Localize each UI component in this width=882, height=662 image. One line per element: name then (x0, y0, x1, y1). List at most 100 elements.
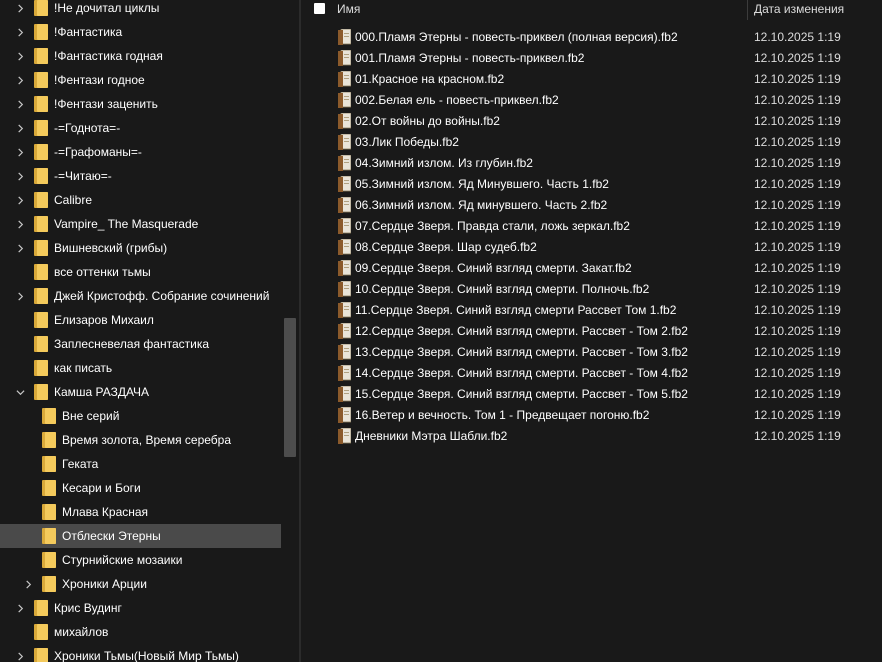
nav-tree-item[interactable]: !Фантастика годная (0, 44, 281, 68)
nav-tree-item[interactable]: Вне серий (0, 404, 281, 428)
nav-tree-item[interactable]: Крис Вудинг (0, 596, 281, 620)
nav-tree-item-label: !Не дочитал циклы (54, 1, 160, 15)
nav-tree-item[interactable]: Кесари и Боги (0, 476, 281, 500)
file-row[interactable]: 16.Ветер и вечность. Том 1 - Предвещает … (301, 405, 882, 426)
nav-tree-item-label: !Фантастика годная (54, 49, 163, 63)
file-row[interactable]: 01.Красное на красном.fb2 12.10.2025 1:19 (301, 69, 882, 90)
nav-tree-item[interactable]: Отблески Этерны (0, 524, 281, 548)
nav-tree-item[interactable]: Хроники Арции (0, 572, 281, 596)
folder-icon (34, 192, 48, 208)
nav-tree-item[interactable]: Геката (0, 452, 281, 476)
chevron-right-icon[interactable] (14, 20, 26, 44)
nav-tree-item[interactable]: все оттенки тьмы (0, 260, 281, 284)
nav-tree-item[interactable]: михайлов (0, 620, 281, 644)
chevron-right-icon[interactable] (14, 0, 26, 20)
file-row[interactable]: 04.Зимний излом. Из глубин.fb2 12.10.2025… (301, 153, 882, 174)
chevron-right-icon[interactable] (14, 164, 26, 188)
fb2-file-icon (338, 217, 352, 234)
nav-tree-item[interactable]: как писать (0, 356, 281, 380)
nav-tree-item[interactable]: Vampire_ The Masquerade (0, 212, 281, 236)
chevron-right-icon[interactable] (14, 596, 26, 620)
file-row[interactable]: 02.От войны до войны.fb2 12.10.2025 1:19 (301, 111, 882, 132)
fb2-file-icon (338, 280, 352, 297)
column-header-name[interactable]: Имя (337, 2, 360, 16)
file-row[interactable]: 15.Сердце Зверя. Синий взгляд смерти. Ра… (301, 384, 882, 405)
file-row[interactable]: 12.Сердце Зверя. Синий взгляд смерти. Ра… (301, 321, 882, 342)
file-date-modified: 12.10.2025 1:19 (754, 303, 841, 317)
chevron-right-icon[interactable] (14, 188, 26, 212)
file-date-modified: 12.10.2025 1:19 (754, 366, 841, 380)
folder-icon (34, 648, 48, 662)
file-row[interactable]: 14.Сердце Зверя. Синий взгляд смерти. Ра… (301, 363, 882, 384)
file-row[interactable]: 07.Сердце Зверя. Правда стали, ложь зерк… (301, 216, 882, 237)
file-row[interactable]: 001.Пламя Этерны - повесть-приквел.fb2 12… (301, 48, 882, 69)
file-name: 09.Сердце Зверя. Синий взгляд смерти. За… (355, 261, 632, 275)
nav-tree-item[interactable]: Вишневский (грибы) (0, 236, 281, 260)
nav-tree-item[interactable]: Стурнийские мозаики (0, 548, 281, 572)
chevron-right-icon[interactable] (22, 572, 34, 596)
nav-tree-item[interactable]: -=Графоманы=- (0, 140, 281, 164)
fb2-file-icon (338, 112, 352, 129)
fb2-file-icon (338, 175, 352, 192)
file-row[interactable]: Дневники Мэтра Шабли.fb2 12.10.2025 1:19 (301, 426, 882, 447)
fb2-file-icon (338, 385, 352, 402)
nav-tree-item[interactable]: Заплесневелая фантастика (0, 332, 281, 356)
nav-tree-item[interactable]: -=Читаю=- (0, 164, 281, 188)
nav-tree-item[interactable]: Джей Кристофф. Собрание сочинений (0, 284, 281, 308)
file-row[interactable]: 08.Сердце Зверя. Шар судеб.fb2 12.10.2025… (301, 237, 882, 258)
chevron-right-icon[interactable] (14, 212, 26, 236)
nav-tree-item[interactable]: !Фентази годное (0, 68, 281, 92)
file-row[interactable]: 03.Лик Победы.fb2 12.10.2025 1:19 (301, 132, 882, 153)
file-row[interactable]: 002.Белая ель - повесть-приквел.fb2 12.10… (301, 90, 882, 111)
chevron-down-icon[interactable] (14, 380, 26, 404)
nav-tree-item-label: Геката (62, 457, 99, 471)
nav-tree-item-label: как писать (54, 361, 113, 375)
folder-icon (34, 72, 48, 88)
file-name: 07.Сердце Зверя. Правда стали, ложь зерк… (355, 219, 630, 233)
nav-tree-item[interactable]: Елизаров Михаил (0, 308, 281, 332)
nav-tree-item[interactable]: !Не дочитал циклы (0, 0, 281, 20)
chevron-right-icon[interactable] (14, 236, 26, 260)
folder-icon (34, 168, 48, 184)
file-row[interactable]: 000.Пламя Этерны - повесть-приквел (полн… (301, 27, 882, 48)
file-row[interactable]: 05.Зимний излом. Яд Минувшего. Часть 1.f… (301, 174, 882, 195)
file-name: 000.Пламя Этерны - повесть-приквел (полн… (355, 30, 678, 44)
nav-tree-item[interactable]: -=Годнота=- (0, 116, 281, 140)
nav-tree-item[interactable]: Calibre (0, 188, 281, 212)
file-date-modified: 12.10.2025 1:19 (754, 198, 841, 212)
fb2-file-icon (338, 133, 352, 150)
nav-tree-item-label: Млава Красная (62, 505, 149, 519)
nav-tree-item[interactable]: Камша РАЗДАЧА (0, 380, 281, 404)
navigation-scrollbar-thumb[interactable] (284, 318, 296, 457)
folder-icon (34, 0, 48, 16)
chevron-right-icon[interactable] (14, 140, 26, 164)
nav-tree-item[interactable]: Млава Красная (0, 500, 281, 524)
file-date-modified: 12.10.2025 1:19 (754, 156, 841, 170)
file-row[interactable]: 10.Сердце Зверя. Синий взгляд смерти. По… (301, 279, 882, 300)
file-date-modified: 12.10.2025 1:19 (754, 135, 841, 149)
nav-tree-item[interactable]: !Фантастика (0, 20, 281, 44)
nav-tree-item[interactable]: Время золота, Время серебра (0, 428, 281, 452)
folder-icon (34, 216, 48, 232)
column-header-date-modified[interactable]: Дата изменения (754, 2, 844, 16)
file-row[interactable]: 13.Сердце Зверя. Синий взгляд смерти. Ра… (301, 342, 882, 363)
chevron-right-icon[interactable] (14, 44, 26, 68)
file-row[interactable]: 09.Сердце Зверя. Синий взгляд смерти. За… (301, 258, 882, 279)
select-all-checkbox[interactable] (314, 3, 325, 14)
chevron-right-icon[interactable] (14, 644, 26, 662)
file-row[interactable]: 11.Сердце Зверя. Синий взгляд смерти Рас… (301, 300, 882, 321)
file-date-modified: 12.10.2025 1:19 (754, 408, 841, 422)
nav-tree-item[interactable]: !Фентази заценить (0, 92, 281, 116)
chevron-right-icon[interactable] (14, 116, 26, 140)
file-row[interactable]: 06.Зимний излом. Яд минувшего. Часть 2.f… (301, 195, 882, 216)
nav-tree-item-label: Заплесневелая фантастика (54, 337, 210, 351)
chevron-right-icon[interactable] (14, 92, 26, 116)
chevron-right-icon[interactable] (14, 68, 26, 92)
folder-icon (34, 624, 48, 640)
nav-tree-item-label: Крис Вудинг (54, 601, 122, 615)
chevron-right-icon[interactable] (14, 284, 26, 308)
fb2-file-icon (338, 91, 352, 108)
nav-tree-item[interactable]: Хроники Тьмы(Новый Мир Тьмы) (0, 644, 281, 662)
folder-icon (42, 552, 56, 568)
column-separator[interactable] (747, 0, 748, 20)
